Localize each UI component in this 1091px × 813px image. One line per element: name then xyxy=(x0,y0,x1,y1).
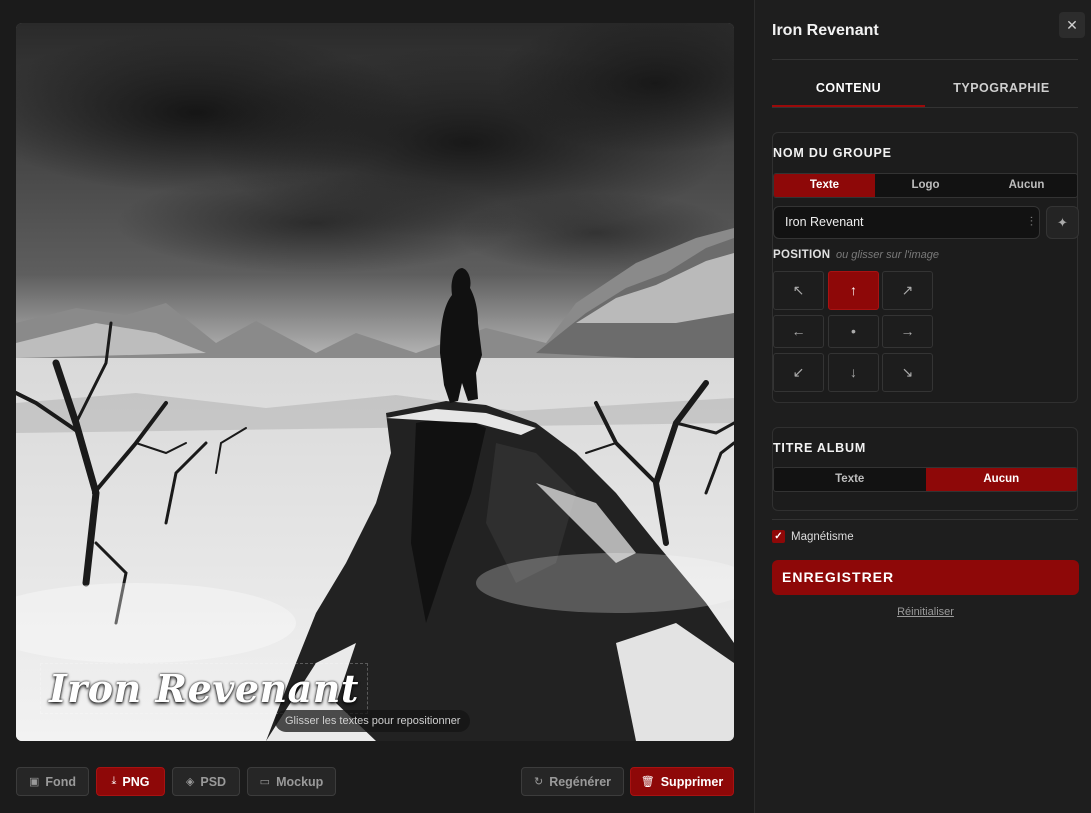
position-top[interactable]: ↑ xyxy=(828,271,879,310)
editor-panel: ✕ Iron Revenant CONTENU TYPOGRAPHIE NOM … xyxy=(754,0,1091,813)
album-title-heading: TITRE ALBUM xyxy=(773,441,867,455)
image-icon: ▣ xyxy=(29,776,40,788)
position-right[interactable]: → xyxy=(882,315,933,348)
mockup-button[interactable]: ▭ Mockup xyxy=(247,767,336,796)
background-button[interactable]: ▣ Fond xyxy=(16,767,89,796)
band-name-value: Iron Revenant xyxy=(785,215,864,229)
band-mode-text[interactable]: Texte xyxy=(774,174,875,197)
close-icon: ✕ xyxy=(1066,17,1078,33)
position-bottom-left[interactable]: ↙ xyxy=(773,353,824,392)
position-bottom[interactable]: ↓ xyxy=(828,353,879,392)
psd-export-button[interactable]: ◈ PSD xyxy=(172,767,240,796)
cover-canvas[interactable]: Iron Revenant Glisser les textes pour re… xyxy=(16,23,734,741)
band-name-heading: NOM DU GROUPE xyxy=(773,146,892,160)
magnetism-checkbox[interactable]: ✓ Magnétisme xyxy=(772,530,854,543)
regenerate-button[interactable]: ↻ Regénérer xyxy=(521,767,624,796)
monitor-icon: ▭ xyxy=(259,776,271,788)
text-format-icon[interactable]: ⫶ xyxy=(1030,214,1033,230)
band-name-input[interactable]: Iron Revenant ⫶ xyxy=(773,206,1040,239)
album-title-section: TITRE ALBUM Texte Aucun xyxy=(772,427,1078,511)
panel-tabs: CONTENU TYPOGRAPHIE xyxy=(772,72,1078,108)
position-top-left[interactable]: ↖ xyxy=(773,271,824,310)
cover-preview-area: Iron Revenant Glisser les textes pour re… xyxy=(0,0,754,813)
position-bottom-right[interactable]: ↘ xyxy=(882,353,933,392)
psd-button-label: PSD xyxy=(200,774,227,789)
band-name-mode-selector: Texte Logo Aucun xyxy=(773,173,1078,198)
close-button[interactable]: ✕ xyxy=(1059,12,1085,38)
magnetism-label: Magnétisme xyxy=(791,530,854,543)
trash-icon: 🗑 xyxy=(640,776,655,788)
save-button[interactable]: ENREGISTRER xyxy=(772,560,1079,595)
delete-button[interactable]: 🗑 Supprimer xyxy=(630,767,734,796)
drag-hint: Glisser les textes pour repositionner xyxy=(275,710,471,732)
regenerate-button-label: Regénérer xyxy=(549,774,612,789)
delete-button-label: Supprimer xyxy=(660,774,724,789)
mockup-button-label: Mockup xyxy=(276,774,324,789)
reset-link[interactable]: Réinitialiser xyxy=(772,606,1079,618)
position-center[interactable]: • xyxy=(828,315,879,348)
tab-contenu[interactable]: CONTENU xyxy=(772,72,925,107)
generate-name-button[interactable]: ✦ xyxy=(1046,206,1079,239)
album-mode-text[interactable]: Texte xyxy=(774,468,926,491)
band-name-overlay[interactable]: Iron Revenant xyxy=(40,663,368,714)
cover-artwork xyxy=(16,23,734,741)
position-hint: ou glisser sur l'image xyxy=(836,249,939,261)
band-mode-none[interactable]: Aucun xyxy=(976,174,1077,197)
refresh-icon: ↻ xyxy=(533,776,544,788)
position-left[interactable]: ← xyxy=(773,315,824,348)
png-export-button[interactable]: ⤓ PNG xyxy=(96,767,165,796)
album-title-mode-selector: Texte Aucun xyxy=(773,467,1078,492)
divider xyxy=(772,59,1078,60)
band-name-section: NOM DU GROUPE Texte Logo Aucun Iron Reve… xyxy=(772,132,1079,403)
download-icon: ⤓ xyxy=(111,775,117,787)
album-mode-none[interactable]: Aucun xyxy=(925,468,1077,491)
position-top-right[interactable]: ↗ xyxy=(882,271,933,310)
position-grid: ↖ ↑ ↗ ← • → ↙ ↓ ↘ xyxy=(773,271,933,393)
divider xyxy=(772,519,1078,520)
panel-title: Iron Revenant xyxy=(772,22,879,39)
position-label: POSITION xyxy=(773,249,831,261)
layers-icon: ◈ xyxy=(185,776,195,788)
checkmark-icon: ✓ xyxy=(772,530,785,543)
background-button-label: Fond xyxy=(45,774,76,789)
band-mode-logo[interactable]: Logo xyxy=(875,174,976,197)
sparkle-icon: ✦ xyxy=(1057,215,1068,230)
png-button-label: PNG xyxy=(122,774,150,789)
tab-typographie[interactable]: TYPOGRAPHIE xyxy=(925,72,1078,107)
export-toolbar: ▣ Fond ⤓ PNG ◈ PSD ▭ Mockup ↻ Regénérer … xyxy=(16,767,734,796)
